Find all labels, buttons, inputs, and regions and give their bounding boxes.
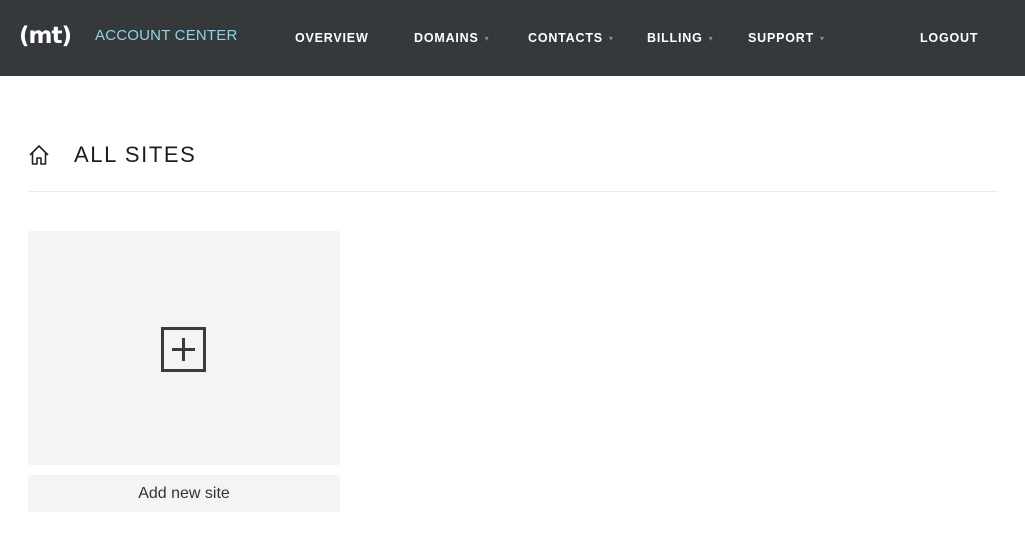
- nav-support[interactable]: SUPPORT ▾: [748, 30, 825, 46]
- page-title: ALL SITES: [74, 142, 197, 167]
- divider: [28, 191, 998, 192]
- nav-domains[interactable]: DOMAINS ▾: [414, 30, 489, 46]
- app-name[interactable]: ACCOUNT CENTER: [95, 27, 238, 45]
- chevron-down-icon: ▾: [708, 34, 714, 43]
- chevron-down-icon: ▾: [484, 34, 490, 43]
- add-site-tile[interactable]: [28, 231, 340, 465]
- add-new-site-button[interactable]: Add new site: [28, 475, 340, 512]
- logout-link[interactable]: LOGOUT: [920, 30, 978, 46]
- home-icon[interactable]: [28, 144, 50, 166]
- chevron-down-icon: ▾: [608, 34, 614, 43]
- nav-domains-label: DOMAINS: [414, 31, 479, 45]
- nav-contacts-label: CONTACTS: [528, 31, 603, 45]
- top-navigation-bar: (mt) ACCOUNT CENTER OVERVIEW DOMAINS ▾ CO…: [0, 0, 1025, 76]
- nav-support-label: SUPPORT: [748, 31, 815, 45]
- plus-square-icon: [161, 327, 206, 372]
- nav-overview[interactable]: OVERVIEW: [295, 30, 369, 46]
- nav-billing[interactable]: BILLING ▾: [647, 30, 713, 46]
- chevron-down-icon: ▾: [820, 34, 825, 43]
- nav-overview-label: OVERVIEW: [295, 31, 369, 45]
- logo[interactable]: (mt): [19, 22, 72, 50]
- nav-billing-label: BILLING: [647, 31, 703, 45]
- nav-contacts[interactable]: CONTACTS ▾: [528, 30, 614, 46]
